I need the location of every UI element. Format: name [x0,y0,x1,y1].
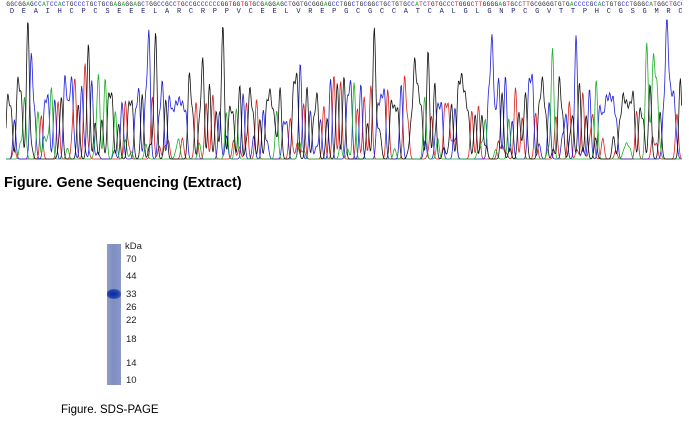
amino-acid-34: T [415,8,420,16]
marker-label-14: 14 [126,358,137,369]
amino-acid-53: G [642,8,647,16]
amino-acid-33: A [403,8,408,16]
amino-acid-6: P [81,8,86,16]
amino-acid-16: R [200,8,206,16]
amino-acid-52: S [630,8,635,16]
amino-acid-15: C [188,8,194,16]
amino-acid-19: V [236,8,241,16]
amino-acid-44: G [535,8,540,16]
amino-acid-25: R [308,8,313,16]
amino-acid-1: E [21,8,26,16]
amino-acid-37: L [451,8,456,16]
amino-acid-14: R [176,8,182,16]
gene-sequencing-caption: Figure. Gene Sequencing (Extract) [4,175,242,191]
amino-acid-32: C [391,8,397,16]
amino-acid-48: P [582,8,588,16]
sds-page-gel-lane [107,244,121,385]
amino-acid-38: G [463,8,468,16]
amino-acid-36: A [439,8,444,16]
amino-acid-45: V [547,8,552,16]
amino-acid-8: S [105,8,110,16]
amino-acid-54: M [654,8,659,16]
amino-acid-4: H [57,8,62,16]
amino-acid-7: C [93,8,98,16]
amino-acid-55: R [666,8,671,16]
amino-acid-28: G [344,8,349,16]
amino-acid-40: G [487,8,492,16]
amino-acid-5: C [69,8,74,16]
amino-acid-12: L [153,8,158,16]
amino-acid-31: C [379,8,385,16]
amino-acid-22: E [272,8,277,16]
amino-acid-47: T [570,8,576,16]
sequencing-chromatogram [6,19,682,160]
marker-label-44: 44 [126,271,137,282]
product-figures-page: GGCGGAGCCATCCACTGCCCTGCTGCGAGAGGAGCTGGCC… [0,0,689,428]
marker-label-10: 10 [126,375,137,386]
amino-acid-21: E [260,8,265,16]
amino-acid-3: I [45,8,50,16]
amino-acid-42: P [511,8,516,16]
amino-acid-9: E [117,8,122,16]
amino-acid-26: E [320,8,325,16]
amino-acid-56: C [678,8,682,16]
amino-acid-43: C [523,8,528,16]
kda-unit-label: kDa [125,241,142,252]
amino-acid-17: P [212,8,217,16]
amino-acid-18: P [224,8,229,16]
amino-acid-50: C [606,8,611,16]
amino-acid-translation: DEAIHCPCSEEELARCRPPVCEELVREPGCGCCATCALGL… [6,8,682,18]
amino-acid-11: E [141,8,146,16]
amino-acid-24: V [296,8,301,16]
amino-acid-41: N [499,8,504,16]
protein-band [107,289,121,299]
marker-label-22: 22 [126,315,137,326]
amino-acid-13: A [165,8,170,16]
amino-acid-23: L [284,8,289,16]
amino-acid-49: H [594,8,599,16]
amino-acid-51: G [618,8,623,16]
amino-acid-35: C [427,8,432,16]
amino-acid-10: E [129,8,134,16]
sds-page-caption: Figure. SDS-PAGE [61,404,159,416]
marker-label-26: 26 [126,302,137,313]
amino-acid-29: C [356,8,361,16]
amino-acid-27: P [332,8,337,16]
amino-acid-0: D [9,8,15,16]
marker-label-18: 18 [126,334,137,345]
amino-acid-30: G [367,8,373,16]
amino-acid-2: A [33,8,38,16]
marker-label-33: 33 [126,289,137,300]
amino-acid-39: L [475,8,480,16]
amino-acid-20: C [248,8,253,16]
marker-label-70: 70 [126,254,137,265]
amino-acid-46: T [558,8,564,16]
